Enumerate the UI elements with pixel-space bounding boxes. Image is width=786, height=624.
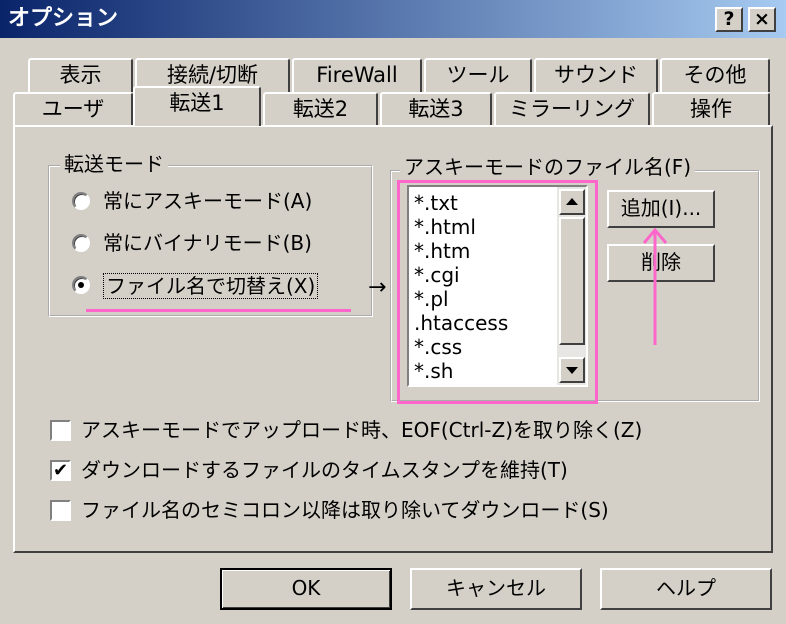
list-item[interactable]: *.sh [414, 359, 453, 383]
checkbox-remove-eof[interactable] [50, 420, 71, 441]
tab-tools[interactable]: ツール [424, 58, 532, 92]
ascii-filename-list[interactable]: *.txt *.html *.htm *.cgi *.pl .htaccess … [407, 185, 588, 387]
radio-label-filename[interactable]: ファイル名で切替え(X) [103, 273, 319, 299]
list-item[interactable]: .htaccess [414, 311, 508, 335]
tab-operation[interactable]: 操作 [652, 92, 770, 126]
tab-transfer3[interactable]: 転送3 [380, 92, 492, 126]
close-icon[interactable]: × [748, 7, 776, 32]
chevron-up-icon [566, 198, 578, 205]
cancel-button[interactable]: キャンセル [410, 568, 582, 610]
highlight-underline [86, 309, 351, 312]
radio-selected-dot [78, 282, 84, 288]
highlight-arrow-icon [642, 227, 668, 345]
window-title: オプション [8, 6, 119, 31]
tab-firewall[interactable]: FireWall [292, 58, 422, 92]
radio-label-binary[interactable]: 常にバイナリモード(B) [103, 231, 312, 255]
radio-label-ascii[interactable]: 常にアスキーモード(A) [103, 189, 312, 213]
checkbox-label-keep-timestamp[interactable]: ダウンロードするファイルのタイムスタンプを維持(T) [81, 458, 568, 482]
ok-button[interactable]: OK [220, 568, 392, 610]
checkbox-label-strip-semicolon[interactable]: ファイル名のセミコロン以降は取り除いてダウンロード(S) [81, 498, 609, 522]
list-item[interactable]: *.pl [414, 287, 449, 311]
tab-transfer1[interactable]: 転送1 [133, 86, 261, 126]
list-item[interactable]: *.htm [414, 239, 470, 263]
radio-always-ascii[interactable] [72, 192, 90, 210]
radio-by-filename[interactable] [72, 276, 90, 294]
tab-mirroring[interactable]: ミラーリング [494, 92, 650, 126]
tab-transfer2[interactable]: 転送2 [263, 92, 378, 126]
title-bar: オプション ? × [0, 0, 786, 38]
list-item[interactable]: *.html [414, 215, 476, 239]
tab-sound[interactable]: サウンド [534, 58, 658, 92]
tab-user[interactable]: ユーザ [13, 92, 133, 126]
tab-display[interactable]: 表示 [28, 58, 133, 92]
add-button[interactable]: 追加(I)... [607, 190, 715, 228]
scrollbar-thumb[interactable] [559, 217, 585, 345]
checkbox-label-remove-eof[interactable]: アスキーモードでアップロード時、EOF(Ctrl-Z)を取り除く(Z) [81, 418, 642, 442]
help-icon[interactable]: ? [715, 7, 743, 32]
list-item[interactable]: *.cgi [414, 263, 460, 287]
list-item[interactable]: *.txt [414, 191, 458, 215]
help-button[interactable]: ヘルプ [600, 568, 772, 610]
tab-other[interactable]: その他 [660, 58, 770, 92]
list-item[interactable]: *.css [414, 335, 462, 359]
transfer-mode-legend: 転送モード [60, 152, 168, 176]
checkbox-strip-semicolon[interactable] [50, 500, 71, 521]
checkbox-keep-timestamp[interactable]: ✔ [50, 460, 71, 481]
arrow-icon: → [368, 275, 387, 300]
scroll-down-button[interactable] [559, 357, 585, 383]
radio-always-binary[interactable] [72, 234, 90, 252]
scroll-up-button[interactable] [559, 189, 585, 215]
ascii-filenames-legend: アスキーモードのファイル名(F) [400, 155, 696, 179]
chevron-down-icon [566, 367, 578, 374]
